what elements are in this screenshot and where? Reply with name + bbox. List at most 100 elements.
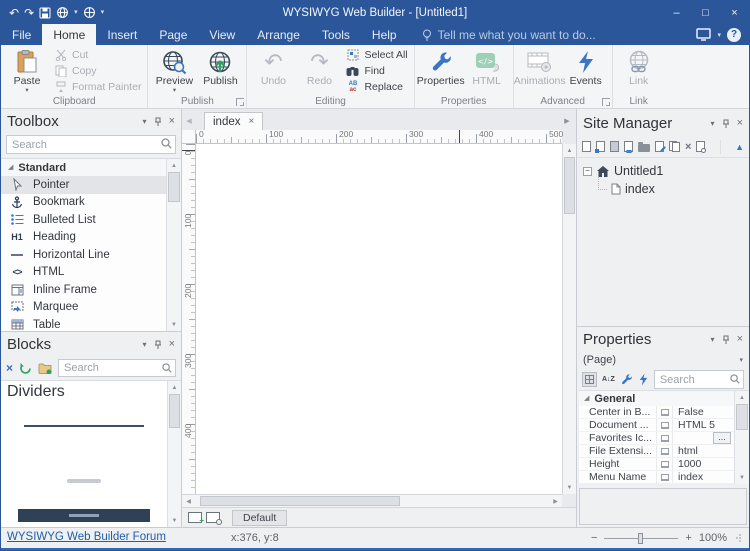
close-button[interactable]: ×	[720, 1, 749, 24]
property-row[interactable]: Document ... HTML 5	[579, 419, 734, 432]
advanced-dialog-launcher[interactable]	[602, 98, 610, 106]
clone-page-icon[interactable]	[669, 141, 680, 152]
toolbox-item-pointer[interactable]: Pointer	[1, 176, 166, 194]
blocks-folder-icon[interactable]	[38, 363, 52, 374]
blocks-refresh-icon[interactable]	[19, 362, 32, 375]
zoom-out-icon[interactable]: −	[591, 532, 597, 544]
property-row[interactable]: Height 1000	[579, 458, 734, 471]
toolbox-item-bulleted-list[interactable]: Bulleted List	[1, 211, 166, 229]
tab-view[interactable]: View	[198, 24, 246, 45]
browse-button[interactable]: ...	[713, 432, 731, 444]
scroll-up-icon[interactable]: ▲	[168, 381, 181, 394]
scrollbar-thumb[interactable]	[564, 157, 575, 214]
publish-quick-icon[interactable]	[83, 6, 96, 19]
blocks-pin-icon[interactable]	[154, 340, 162, 350]
zoom-in-icon[interactable]: +	[685, 532, 691, 544]
select-all-button[interactable]: Select All	[345, 48, 407, 62]
scroll-up-icon[interactable]: ▲	[563, 144, 576, 157]
tab-scroll-right-icon[interactable]: ▶	[560, 111, 574, 130]
property-value[interactable]: html	[673, 445, 734, 457]
divider-preview-text[interactable]	[67, 479, 101, 483]
property-value[interactable]: index	[673, 471, 734, 483]
cut-button[interactable]: Cut	[53, 48, 141, 62]
property-value[interactable]: 1000	[673, 458, 734, 470]
divider-preview-bar[interactable]	[18, 509, 151, 522]
document-tab-close-icon[interactable]: ×	[249, 116, 255, 127]
breakpoint-tab-default[interactable]: Default	[232, 510, 287, 526]
zoom-slider[interactable]	[604, 538, 678, 539]
tell-me-box[interactable]: Tell me what you want to do...	[408, 24, 596, 45]
tree-page-row[interactable]: index	[594, 180, 749, 198]
publish-button[interactable]: Publish	[197, 47, 243, 95]
page-settings-icon[interactable]	[696, 141, 705, 152]
tab-tools[interactable]: Tools	[311, 24, 361, 45]
rename-page-icon[interactable]	[655, 141, 664, 152]
blocks-search-input[interactable]	[58, 359, 176, 377]
scroll-down-icon[interactable]: ▼	[168, 514, 181, 527]
minimize-button[interactable]: –	[662, 1, 691, 24]
scrollbar-thumb[interactable]	[169, 394, 180, 428]
toolbox-item-heading[interactable]: H1 Heading	[1, 229, 166, 247]
site-manager-close-icon[interactable]: ×	[737, 118, 743, 129]
page-canvas[interactable]	[196, 144, 562, 494]
toolbox-pin-icon[interactable]	[154, 117, 162, 127]
qat-customize-caret[interactable]: ▾	[101, 9, 105, 16]
property-value[interactable]: False	[673, 406, 734, 418]
blocks-scrollbar[interactable]: ▲ ▼	[167, 381, 181, 527]
properties-close-icon[interactable]: ×	[737, 334, 743, 345]
site-manager-pin-icon[interactable]	[722, 119, 730, 129]
toolbox-item-marquee[interactable]: Marquee	[1, 299, 166, 317]
replace-button[interactable]: ABac Replace	[345, 80, 407, 94]
delete-page-icon[interactable]: ×	[685, 141, 691, 153]
copy-button[interactable]: Copy	[53, 64, 141, 78]
move-up-icon[interactable]: ▲	[735, 142, 744, 152]
toolbox-search-input[interactable]	[6, 135, 176, 154]
scroll-up-icon[interactable]: ▲	[735, 391, 749, 404]
undo-button[interactable]: ↶ Undo	[250, 47, 296, 95]
find-button[interactable]: Find	[345, 64, 407, 78]
animations-button[interactable]: Animations	[517, 47, 563, 95]
maximize-button[interactable]: □	[691, 1, 720, 24]
toolbox-close-icon[interactable]: ×	[169, 116, 175, 127]
add-breakpoint-icon[interactable]: +	[188, 512, 202, 523]
canvas-horizontal-scrollbar[interactable]: ◀ ▶	[182, 494, 562, 507]
properties-pin-icon[interactable]	[722, 335, 730, 345]
property-value[interactable]: ...	[673, 432, 734, 444]
properties-scrollbar[interactable]: ▲ ▼	[734, 391, 749, 484]
blocks-close-icon[interactable]: ×	[169, 339, 175, 350]
style-manager-icon[interactable]	[620, 373, 633, 386]
resize-grip[interactable]	[736, 534, 741, 542]
preview-button[interactable]: Preview ▾	[151, 47, 197, 95]
help-icon[interactable]: ?	[727, 28, 741, 42]
tab-home[interactable]: Home	[42, 24, 96, 45]
scrollbar-thumb[interactable]	[168, 172, 180, 202]
manage-breakpoints-icon[interactable]	[206, 512, 220, 523]
scroll-down-icon[interactable]: ▼	[167, 318, 181, 331]
properties-menu-caret[interactable]: ▾	[711, 336, 715, 344]
preview-dropdown-caret[interactable]: ▾	[74, 9, 78, 16]
tab-insert[interactable]: Insert	[96, 24, 148, 45]
property-row[interactable]: File Extensi... html	[579, 445, 734, 458]
events-view-icon[interactable]	[638, 373, 649, 386]
html-button[interactable]: </> HTML	[464, 47, 510, 95]
page-link-icon[interactable]	[624, 141, 633, 152]
display-icon[interactable]	[696, 28, 711, 41]
divider-preview-line[interactable]	[24, 425, 144, 427]
undo-icon[interactable]: ↶	[9, 7, 19, 19]
site-manager-menu-caret[interactable]: ▾	[711, 120, 715, 128]
page-properties-icon[interactable]	[610, 141, 619, 152]
scroll-down-icon[interactable]: ▼	[563, 481, 576, 494]
scrollbar-thumb[interactable]	[200, 496, 400, 506]
display-dropdown-caret[interactable]: ▾	[717, 31, 721, 39]
object-selector[interactable]: (Page) ▾	[577, 352, 749, 368]
new-page-from-template-icon[interactable]	[596, 141, 605, 152]
toolbox-item-horizontal-line[interactable]: Horizontal Line	[1, 246, 166, 264]
tab-file[interactable]: File	[1, 24, 42, 45]
scroll-right-icon[interactable]: ▶	[549, 495, 562, 507]
events-button[interactable]: Events	[563, 47, 609, 95]
new-folder-icon[interactable]	[638, 144, 650, 152]
scroll-up-icon[interactable]: ▲	[167, 159, 181, 172]
forum-link[interactable]: WYSIWYG Web Builder Forum	[7, 531, 166, 543]
scroll-left-icon[interactable]: ◀	[182, 495, 195, 507]
paste-button[interactable]: Paste ▾	[4, 47, 50, 95]
